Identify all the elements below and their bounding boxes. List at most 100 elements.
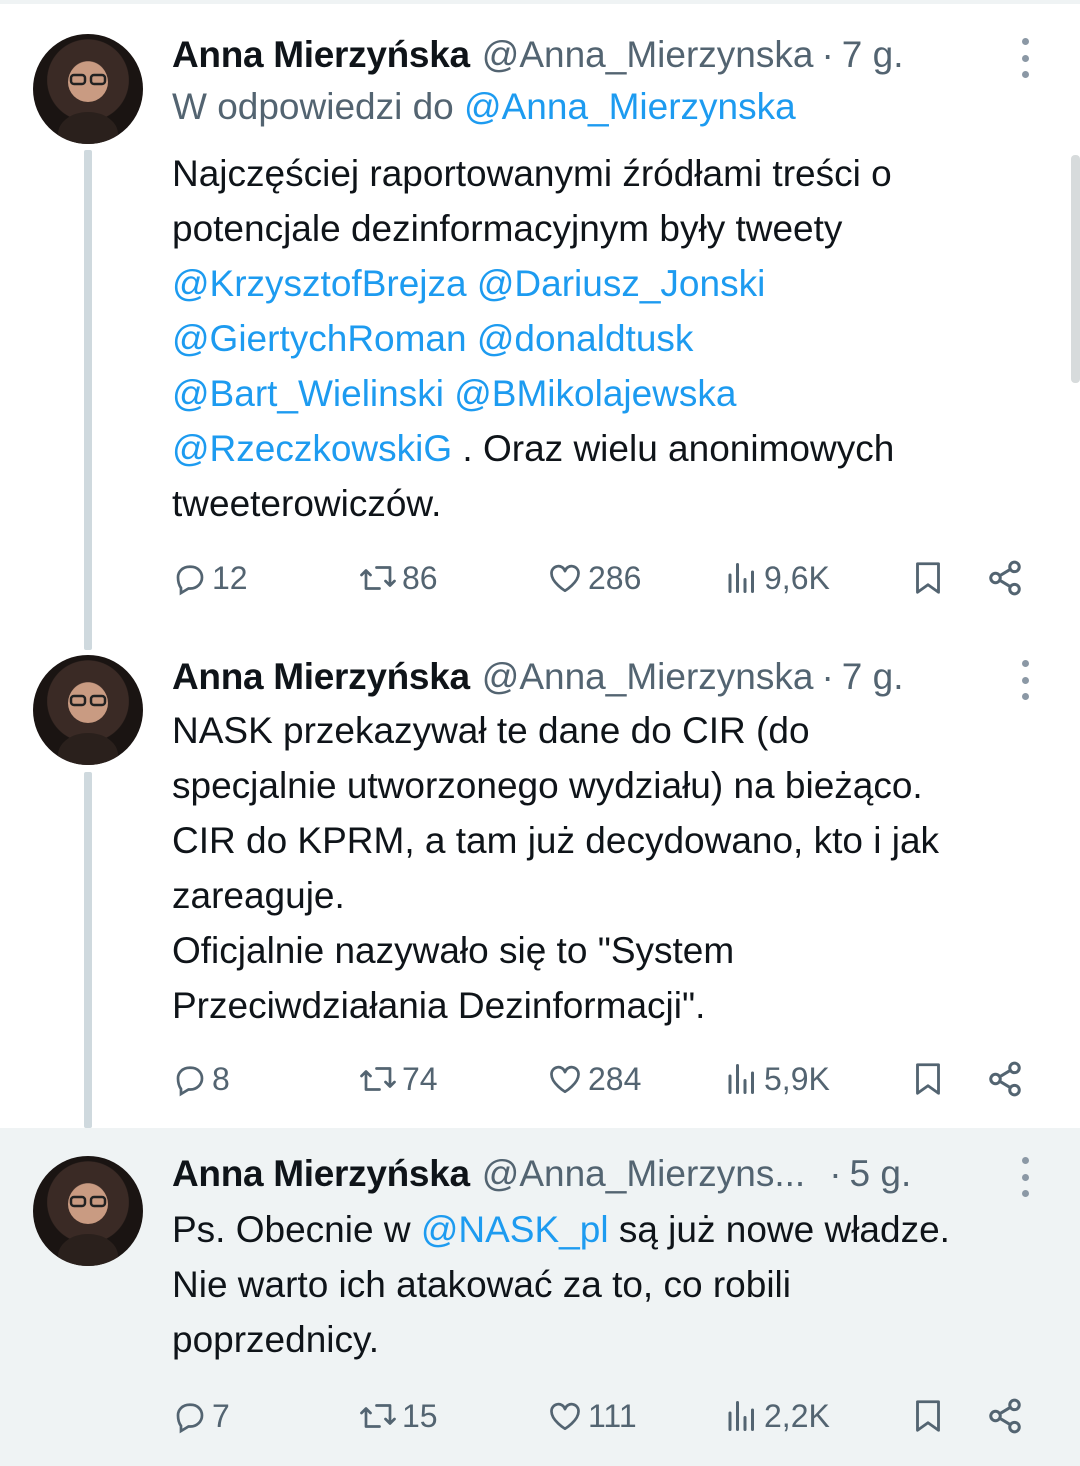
reply-count: 8 bbox=[212, 1060, 230, 1097]
tweet-1[interactable]: Anna Mierzyńska @Anna_Mierzynska · 7 g. … bbox=[0, 0, 1080, 650]
avatar[interactable] bbox=[33, 1156, 143, 1266]
mention-link[interactable]: @GiertychRoman bbox=[172, 318, 467, 359]
thread-line bbox=[84, 150, 92, 650]
reply-to-handle[interactable]: @Anna_Mierzynska bbox=[464, 86, 796, 127]
reply-button[interactable]: 7 bbox=[172, 1391, 230, 1441]
reply-button[interactable]: 12 bbox=[172, 553, 248, 603]
separator-dot: · bbox=[821, 34, 834, 75]
reply-icon bbox=[176, 1403, 204, 1434]
text-segment: Ps. Obecnie w bbox=[172, 1209, 421, 1250]
text-line: CIR do KPRM, a tam już decydowano, kto i… bbox=[172, 820, 940, 861]
tweet-header: Anna Mierzyńska @Anna_Mierzyns... · 5 g. bbox=[172, 1149, 911, 1199]
retweet-count: 74 bbox=[402, 1060, 438, 1097]
retweet-button[interactable]: 15 bbox=[358, 1391, 438, 1441]
avatar[interactable] bbox=[33, 34, 143, 144]
retweet-button[interactable]: 74 bbox=[358, 1054, 438, 1104]
views-icon bbox=[728, 563, 754, 593]
timestamp[interactable]: 7 g. bbox=[842, 656, 904, 698]
views-icon bbox=[728, 1064, 754, 1094]
tweet-header: Anna Mierzyńska @Anna_Mierzynska · 7 g. bbox=[172, 652, 903, 702]
separator-dot: · bbox=[821, 656, 834, 697]
text-line: Najczęściej raportowanymi źródłami treśc… bbox=[172, 153, 892, 194]
text-line: @GiertychRoman @donaldtusk bbox=[172, 311, 1052, 366]
like-icon bbox=[550, 1065, 580, 1094]
reply-icon bbox=[176, 1066, 204, 1097]
like-count: 284 bbox=[588, 1060, 642, 1097]
text-line: Oficjalnie nazywało się to "System bbox=[172, 930, 735, 971]
reply-button[interactable]: 8 bbox=[172, 1054, 230, 1104]
author-name[interactable]: Anna Mierzyńska bbox=[172, 34, 470, 76]
text-segment: . Oraz wielu anonimowych bbox=[452, 428, 895, 469]
mention-link[interactable]: @donaldtusk bbox=[477, 318, 694, 359]
share-button[interactable] bbox=[986, 1391, 1024, 1441]
reply-to-prefix: W odpowiedzi do bbox=[172, 86, 454, 127]
tweet-text: NASK przekazywał te dane do CIR (do spec… bbox=[172, 703, 1052, 1033]
author-handle[interactable]: @Anna_Mierzynska bbox=[482, 656, 814, 698]
like-count: 111 bbox=[588, 1397, 637, 1434]
author-handle[interactable]: @Anna_Mierzynska bbox=[482, 34, 814, 76]
text-line: Ps. Obecnie w @NASK_pl są już nowe władz… bbox=[172, 1202, 1052, 1257]
views-count: 5,9K bbox=[764, 1060, 830, 1097]
like-count: 286 bbox=[588, 559, 642, 596]
mention-link[interactable]: @KrzysztofBrejza bbox=[172, 263, 467, 304]
reply-count: 7 bbox=[212, 1397, 230, 1434]
tweet-header: Anna Mierzyńska @Anna_Mierzynska · 7 g. bbox=[172, 30, 903, 80]
bookmark-button[interactable] bbox=[910, 1391, 946, 1441]
views-count: 2,2K bbox=[764, 1397, 830, 1434]
more-icon[interactable] bbox=[1010, 38, 1040, 78]
like-icon bbox=[550, 564, 580, 593]
tweet-text: Najczęściej raportowanymi źródłami treśc… bbox=[172, 146, 1052, 531]
like-button[interactable]: 286 bbox=[546, 553, 641, 603]
retweet-count: 86 bbox=[402, 559, 438, 596]
like-button[interactable]: 284 bbox=[546, 1054, 641, 1104]
text-line: @RzeczkowskiG . Oraz wielu anonimowych bbox=[172, 421, 1052, 476]
bookmark-icon bbox=[916, 1063, 940, 1095]
text-line: @KrzysztofBrejza @Dariusz_Jonski bbox=[172, 256, 1052, 311]
views-button[interactable]: 5,9K bbox=[724, 1054, 830, 1104]
text-line: @Bart_Wielinski @BMikolajewska bbox=[172, 366, 1052, 421]
mention-link[interactable]: @Bart_Wielinski bbox=[172, 373, 444, 414]
more-icon[interactable] bbox=[1010, 660, 1040, 700]
retweet-button[interactable]: 86 bbox=[358, 553, 438, 603]
views-icon bbox=[728, 1401, 754, 1431]
retweet-icon bbox=[360, 1404, 396, 1428]
share-button[interactable] bbox=[986, 1054, 1024, 1104]
views-button[interactable]: 9,6K bbox=[724, 553, 830, 603]
text-line: Przeciwdziałania Dezinformacji". bbox=[172, 985, 706, 1026]
action-bar: 7 15 111 2,2K bbox=[172, 1391, 1032, 1441]
share-button[interactable] bbox=[986, 553, 1024, 603]
reply-context: W odpowiedzi do @Anna_Mierzynska bbox=[172, 86, 796, 128]
timestamp[interactable]: 7 g. bbox=[842, 34, 904, 76]
author-name[interactable]: Anna Mierzyńska bbox=[172, 1153, 470, 1195]
like-icon bbox=[550, 1402, 580, 1431]
avatar[interactable] bbox=[33, 655, 143, 765]
tweet-2[interactable]: Anna Mierzyńska @Anna_Mierzynska · 7 g. … bbox=[0, 640, 1080, 1128]
bookmark-button[interactable] bbox=[910, 1054, 946, 1104]
share-icon bbox=[989, 1061, 1021, 1097]
author-name[interactable]: Anna Mierzyńska bbox=[172, 656, 470, 698]
tweet-text: Ps. Obecnie w @NASK_pl są już nowe władz… bbox=[172, 1202, 1052, 1367]
author-handle[interactable]: @Anna_Mierzyns... bbox=[482, 1153, 805, 1195]
bookmark-icon bbox=[916, 1400, 940, 1432]
text-line: specjalnie utworzonego wydziału) na bież… bbox=[172, 765, 923, 806]
more-icon[interactable] bbox=[1010, 1157, 1040, 1197]
mention-link[interactable]: @BMikolajewska bbox=[454, 373, 736, 414]
mention-link[interactable]: @Dariusz_Jonski bbox=[477, 263, 765, 304]
mention-link[interactable]: @RzeczkowskiG bbox=[172, 428, 452, 469]
views-button[interactable]: 2,2K bbox=[724, 1391, 830, 1441]
retweet-icon bbox=[360, 1067, 396, 1091]
text-line: tweeterowiczów. bbox=[172, 483, 442, 524]
retweet-icon bbox=[360, 566, 396, 590]
bookmark-button[interactable] bbox=[910, 553, 946, 603]
reply-icon bbox=[176, 565, 204, 596]
retweet-count: 15 bbox=[402, 1397, 438, 1434]
text-line: potencjale dezinformacyjnym były tweety bbox=[172, 208, 843, 249]
thread-line bbox=[84, 772, 92, 1128]
text-line: Nie warto ich atakować za to, co robili bbox=[172, 1264, 791, 1305]
mention-link[interactable]: @NASK_pl bbox=[421, 1209, 609, 1250]
tweet-3-focused[interactable]: Anna Mierzyńska @Anna_Mierzyns... · 5 g.… bbox=[0, 1128, 1080, 1466]
like-button[interactable]: 111 bbox=[546, 1391, 637, 1441]
timestamp[interactable]: 5 g. bbox=[850, 1153, 912, 1195]
action-bar: 12 86 286 9,6K bbox=[172, 553, 1032, 603]
text-line: poprzednicy. bbox=[172, 1319, 380, 1360]
